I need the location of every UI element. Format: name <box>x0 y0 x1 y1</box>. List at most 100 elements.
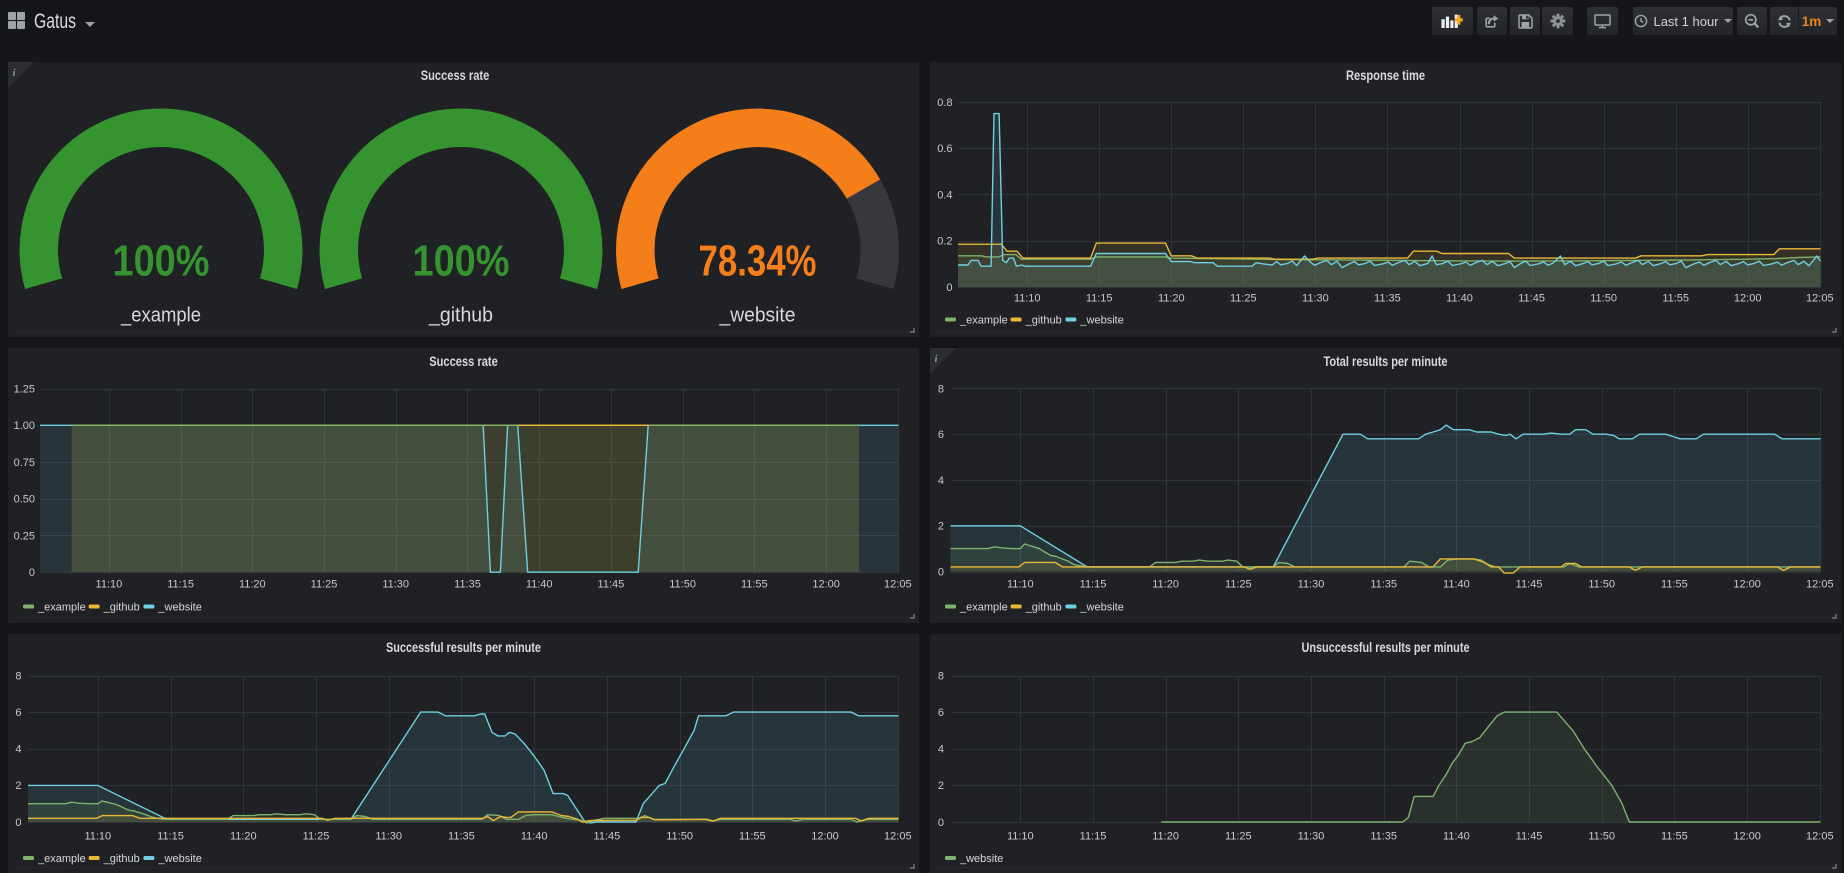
svg-text:11:25: 11:25 <box>1225 830 1252 842</box>
svg-text:11:10: 11:10 <box>1014 292 1041 304</box>
svg-text:Success rate: Success rate <box>421 68 490 83</box>
svg-text:12:00: 12:00 <box>812 579 840 591</box>
svg-text:1.25: 1.25 <box>14 383 35 395</box>
svg-text:11:30: 11:30 <box>1298 579 1325 591</box>
svg-text:_website: _website <box>719 304 796 327</box>
svg-text:11:20: 11:20 <box>1152 579 1179 591</box>
svg-text:11:15: 11:15 <box>1080 830 1107 842</box>
svg-text:_example: _example <box>120 304 201 327</box>
svg-text:0.25: 0.25 <box>14 530 35 542</box>
svg-text:_website: _website <box>1079 315 1123 327</box>
svg-text:_website: _website <box>157 602 201 614</box>
svg-text:11:40: 11:40 <box>1443 579 1470 591</box>
svg-text:_website: _website <box>157 853 201 865</box>
svg-text:_website: _website <box>1079 602 1123 614</box>
svg-text:11:25: 11:25 <box>311 579 338 591</box>
svg-text:11:45: 11:45 <box>594 830 621 842</box>
svg-text:1.00: 1.00 <box>14 420 35 432</box>
svg-text:_example: _example <box>959 602 1008 614</box>
svg-text:78.34%: 78.34% <box>699 237 817 286</box>
svg-text:11:50: 11:50 <box>669 579 696 591</box>
svg-text:11:40: 11:40 <box>1443 830 1470 842</box>
svg-text:11:20: 11:20 <box>1152 830 1179 842</box>
svg-text:12:00: 12:00 <box>1734 292 1762 304</box>
svg-text:12:00: 12:00 <box>1733 579 1761 591</box>
svg-text:Unsuccessful results per minut: Unsuccessful results per minute <box>1302 640 1470 655</box>
svg-text:11:30: 11:30 <box>382 579 409 591</box>
svg-text:11:40: 11:40 <box>521 830 548 842</box>
svg-text:4: 4 <box>15 744 21 756</box>
svg-text:2: 2 <box>938 521 944 533</box>
svg-text:11:35: 11:35 <box>1370 579 1397 591</box>
svg-text:11:15: 11:15 <box>167 579 194 591</box>
svg-text:12:00: 12:00 <box>1733 830 1761 842</box>
svg-text:6: 6 <box>938 707 944 719</box>
svg-text:Success rate: Success rate <box>429 354 498 369</box>
svg-text:11:10: 11:10 <box>84 830 111 842</box>
svg-text:11:25: 11:25 <box>303 830 330 842</box>
svg-text:0.4: 0.4 <box>937 189 952 201</box>
svg-text:11:55: 11:55 <box>1661 579 1688 591</box>
svg-text:0: 0 <box>29 567 35 579</box>
svg-text:11:25: 11:25 <box>1225 579 1252 591</box>
svg-text:0.50: 0.50 <box>14 494 35 506</box>
svg-text:12:00: 12:00 <box>811 830 839 842</box>
svg-text:11:45: 11:45 <box>1516 579 1543 591</box>
svg-text:_github: _github <box>1025 602 1062 614</box>
svg-text:11:25: 11:25 <box>1230 292 1257 304</box>
svg-text:11:30: 11:30 <box>1298 830 1325 842</box>
svg-text:0.75: 0.75 <box>14 457 35 469</box>
svg-text:12:05: 12:05 <box>884 579 912 591</box>
svg-text:_github: _github <box>103 602 140 614</box>
svg-text:8: 8 <box>938 670 944 682</box>
svg-text:6: 6 <box>15 707 21 719</box>
svg-text:0.8: 0.8 <box>937 97 952 109</box>
svg-text:4: 4 <box>938 475 944 487</box>
svg-text:100%: 100% <box>113 237 210 286</box>
svg-text:11:45: 11:45 <box>1518 292 1545 304</box>
svg-text:11:45: 11:45 <box>1516 830 1543 842</box>
svg-text:12:05: 12:05 <box>1806 830 1834 842</box>
svg-text:11:50: 11:50 <box>1590 292 1617 304</box>
svg-text:11:35: 11:35 <box>1370 830 1397 842</box>
svg-text:8: 8 <box>15 670 21 682</box>
svg-text:11:55: 11:55 <box>1661 830 1688 842</box>
svg-text:11:20: 11:20 <box>230 830 257 842</box>
svg-text:0.2: 0.2 <box>937 236 952 248</box>
svg-text:11:40: 11:40 <box>526 579 553 591</box>
svg-text:4: 4 <box>938 744 944 756</box>
svg-text:12:05: 12:05 <box>1806 579 1834 591</box>
svg-text:11:15: 11:15 <box>1080 579 1107 591</box>
svg-text:100%: 100% <box>413 237 510 286</box>
svg-text:6: 6 <box>938 429 944 441</box>
svg-text:11:30: 11:30 <box>375 830 402 842</box>
svg-text:Successful results per minute: Successful results per minute <box>386 640 541 655</box>
svg-text:_github: _github <box>1025 315 1062 327</box>
svg-text:Total results per minute: Total results per minute <box>1324 354 1448 369</box>
svg-text:Response time: Response time <box>1346 68 1425 83</box>
svg-text:2: 2 <box>938 780 944 792</box>
svg-text:_website: _website <box>959 853 1003 865</box>
svg-text:_github: _github <box>428 304 493 327</box>
svg-text:0: 0 <box>938 566 944 578</box>
svg-text:0: 0 <box>938 817 944 829</box>
svg-text:11:45: 11:45 <box>598 579 625 591</box>
svg-text:11:10: 11:10 <box>1007 579 1034 591</box>
svg-text:11:35: 11:35 <box>1374 292 1401 304</box>
svg-text:Gatus: Gatus <box>34 10 76 33</box>
svg-text:12:05: 12:05 <box>1806 292 1834 304</box>
svg-text:_github: _github <box>103 853 140 865</box>
svg-text:11:35: 11:35 <box>454 579 481 591</box>
svg-text:11:10: 11:10 <box>1007 830 1034 842</box>
svg-text:_example: _example <box>959 315 1008 327</box>
svg-text:8: 8 <box>938 383 944 395</box>
svg-text:_example: _example <box>37 602 86 614</box>
svg-text:_example: _example <box>37 853 86 865</box>
svg-text:0.6: 0.6 <box>937 143 952 155</box>
svg-text:11:20: 11:20 <box>239 579 266 591</box>
svg-text:11:15: 11:15 <box>1086 292 1113 304</box>
svg-text:11:50: 11:50 <box>1588 830 1615 842</box>
svg-text:11:40: 11:40 <box>1446 292 1473 304</box>
svg-text:11:50: 11:50 <box>1588 579 1615 591</box>
svg-text:11:55: 11:55 <box>1662 292 1689 304</box>
